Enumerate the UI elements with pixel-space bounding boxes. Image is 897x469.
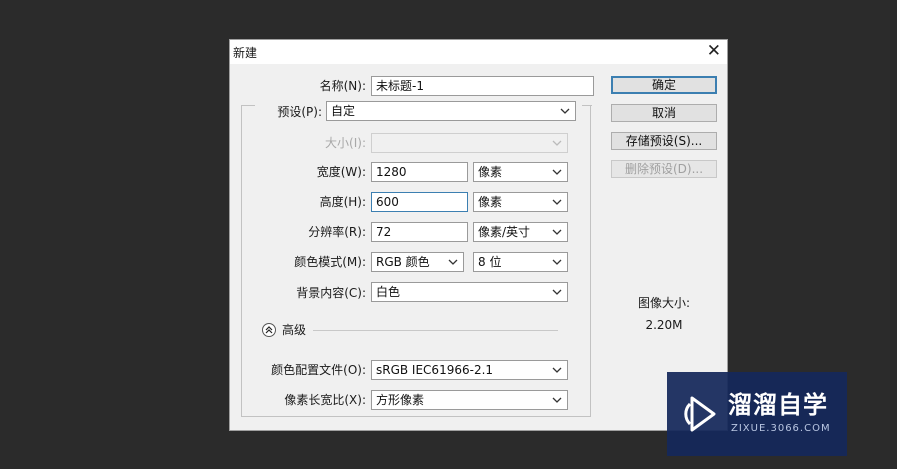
name-input[interactable]: 未标题-1 [371,76,594,96]
width-unit-value: 像素 [478,165,503,179]
cancel-button[interactable]: 取消 [611,104,717,122]
image-size-value: 2.20M [645,318,683,332]
color-mode-select[interactable]: RGB 颜色 [371,252,464,272]
height-input[interactable]: 600 [371,192,468,212]
name-label: 名称(N): [319,79,366,93]
chevron-down-icon [550,164,564,180]
preset-select[interactable]: 自定 [326,101,576,121]
chevron-down-icon [550,284,564,300]
chevron-down-icon [550,254,564,270]
resolution-unit-value: 像素/英寸 [478,225,531,239]
background-select[interactable]: 白色 [371,282,568,302]
pixel-aspect-value: 方形像素 [376,393,425,407]
chevron-down-icon [550,135,564,151]
height-label: 高度(H): [319,195,366,209]
color-mode-value: RGB 颜色 [376,255,430,269]
chevron-down-icon [550,194,564,210]
pixel-aspect-select[interactable]: 方形像素 [371,390,568,410]
height-unit-select[interactable]: 像素 [473,192,568,212]
chevron-down-icon [550,392,564,408]
ok-button[interactable]: 确定 [611,76,717,94]
color-mode-label: 颜色模式(M): [294,255,366,269]
pixel-aspect-label: 像素长宽比(X): [284,393,366,407]
preset-value: 自定 [331,104,356,118]
resolution-input[interactable]: 72 [371,222,468,242]
resolution-label: 分辨率(R): [308,225,366,239]
preset-label: 预设(P): [277,105,322,119]
chevron-down-icon [558,103,572,119]
height-unit-value: 像素 [478,195,503,209]
color-profile-label: 颜色配置文件(O): [271,363,366,377]
size-select [371,133,568,153]
chevron-down-icon [446,254,460,270]
color-profile-value: sRGB IEC61966-2.1 [376,363,494,377]
width-unit-select[interactable]: 像素 [473,162,568,182]
close-icon[interactable]: ✕ [707,41,721,61]
color-profile-select[interactable]: sRGB IEC61966-2.1 [371,360,568,380]
dialog-titlebar: 新建 ✕ [230,40,727,64]
advanced-divider [313,330,558,331]
bit-depth-select[interactable]: 8 位 [473,252,568,272]
size-label: 大小(I): [325,136,366,150]
watermark-name: 溜溜自学 [728,391,828,419]
new-document-dialog: 新建 ✕ 名称(N): 未标题-1 预设(P): 自定 大小(I): 宽度(W)… [229,39,728,431]
bit-depth-value: 8 位 [478,255,502,269]
watermark: 溜溜自学 ZIXUE.3066.COM [667,372,847,456]
resolution-unit-select[interactable]: 像素/英寸 [473,222,568,242]
play-logo-icon [680,392,720,436]
save-preset-button[interactable]: 存储预设(S)... [611,132,717,150]
width-label: 宽度(W): [316,165,366,179]
watermark-url: ZIXUE.3066.COM [731,423,831,434]
dialog-title: 新建 [233,46,258,60]
background-value: 白色 [376,285,401,299]
advanced-label[interactable]: 高级 [282,321,306,339]
collapse-advanced-icon[interactable] [262,323,276,337]
delete-preset-button: 删除预设(D)... [611,160,717,178]
chevron-down-icon [550,224,564,240]
chevron-down-icon [550,362,564,378]
image-size-label: 图像大小: [637,296,691,310]
background-label: 背景内容(C): [296,286,366,300]
width-input[interactable]: 1280 [371,162,468,182]
